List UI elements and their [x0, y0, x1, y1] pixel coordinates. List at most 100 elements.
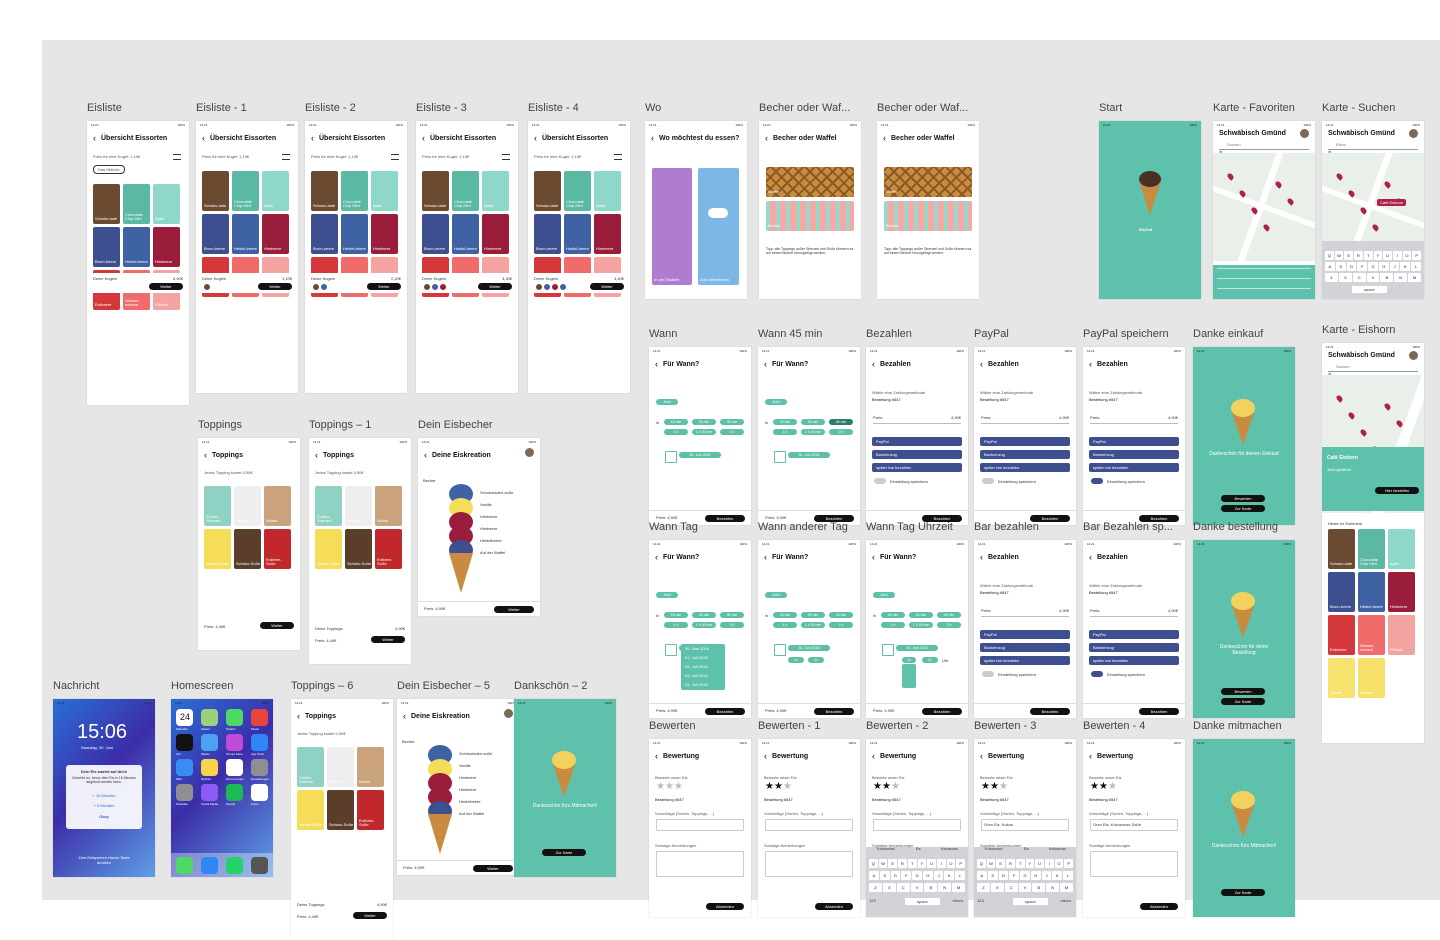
date-option[interactable]: 30. Juni 2018	[685, 646, 709, 651]
time-chip[interactable]: 30 min	[801, 612, 825, 618]
back-chevron-icon[interactable]: ‹	[1089, 552, 1092, 562]
send-button[interactable]: Absenden	[1140, 903, 1178, 910]
artboard-label[interactable]: Karte - Suchen	[1322, 102, 1395, 114]
key[interactable]: R	[1354, 251, 1363, 260]
app-icon[interactable]	[226, 759, 243, 776]
star-icon[interactable]: ★	[990, 781, 999, 792]
waffel-option[interactable]: Waffel	[766, 167, 854, 197]
key[interactable]: J	[933, 871, 944, 880]
word-suggestion[interactable]: Eis	[916, 847, 921, 855]
payment-option[interactable]: später bar bezahlen	[872, 463, 962, 472]
payment-option[interactable]: später bar bezahlen	[980, 656, 1070, 665]
map-pin-icon[interactable]	[1347, 189, 1356, 198]
map-pin-icon[interactable]	[1395, 419, 1404, 428]
key[interactable]: A	[1325, 262, 1335, 271]
key[interactable]: Y	[917, 859, 927, 868]
key[interactable]: S	[879, 871, 890, 880]
key[interactable]: U	[927, 859, 936, 868]
payment-option[interactable]: PayPal	[980, 630, 1070, 639]
key[interactable]: E	[1344, 251, 1354, 260]
send-button[interactable]: Absenden	[706, 903, 744, 910]
flavor-tile[interactable]: Schoko-lade	[93, 184, 120, 224]
artboard-label[interactable]: Toppings – 6	[291, 680, 353, 692]
back-chevron-icon[interactable]: ‹	[980, 751, 983, 761]
map-pin-icon[interactable]	[1250, 206, 1259, 215]
date-dropdown[interactable]: 30. Juni 2018 01. Juli 2018 02. Juli 2018 0…	[681, 644, 725, 690]
space-key[interactable]: space	[1013, 898, 1048, 905]
flavor-tile[interactable]: Himbeere	[153, 227, 180, 267]
key[interactable]: Q	[977, 859, 986, 868]
time-chip[interactable]: 45 min	[937, 612, 961, 618]
flavor-tile[interactable]: Himbeere	[1388, 572, 1415, 612]
next-button[interactable]: Weiter	[353, 912, 387, 919]
flavor-tile[interactable]: Apfel	[594, 171, 621, 211]
time-chip[interactable]: 15 min	[773, 419, 797, 425]
app-icon[interactable]	[201, 709, 218, 726]
flavor-tile[interactable]: Schoko-lade	[534, 171, 561, 211]
artboard-label[interactable]: Toppings – 1	[309, 419, 371, 431]
dock-icon[interactable]	[201, 857, 218, 874]
key[interactable]: S	[987, 871, 998, 880]
time-chip[interactable]: 1 h 30 min	[692, 622, 716, 628]
flavor-tile[interactable]: Apfel	[262, 171, 289, 211]
topping-tile[interactable]: Sahne	[345, 486, 372, 526]
payment-option[interactable]: PayPal	[1089, 437, 1179, 446]
date-chip[interactable]: 30. Juni 2018	[788, 452, 830, 458]
star-icon[interactable]: ★	[999, 781, 1008, 792]
dock-icon[interactable]	[226, 857, 243, 874]
next-button[interactable]: Weiter	[260, 622, 294, 629]
star-icon[interactable]: ★	[774, 781, 783, 792]
key[interactable]: P	[1064, 859, 1074, 868]
flavor-tile[interactable]: Brom-beere	[311, 214, 338, 254]
artboard-label[interactable]: Wann Tag Uhrzeit	[866, 521, 953, 533]
key[interactable]: E	[888, 859, 898, 868]
key[interactable]: W	[878, 859, 888, 868]
flavor-tile[interactable]: Pfirsich	[1388, 615, 1415, 655]
artboard-label[interactable]: Becher oder Waf...	[877, 102, 968, 114]
back-chevron-icon[interactable]: ‹	[872, 751, 875, 761]
star-icon[interactable]: ★	[656, 781, 665, 792]
back-chevron-icon[interactable]: ‹	[204, 450, 207, 460]
app-icon[interactable]	[176, 734, 193, 751]
back-chevron-icon[interactable]: ‹	[764, 552, 767, 562]
flavor-tile[interactable]: Apfel	[153, 184, 180, 224]
back-chevron-icon[interactable]: ‹	[764, 359, 767, 369]
flavor-tile[interactable]: Chocolate Chip Mint	[341, 171, 368, 211]
key[interactable]: K	[944, 871, 955, 880]
key[interactable]: H	[1030, 871, 1041, 880]
artboard-label[interactable]: PayPal speichern	[1083, 328, 1169, 340]
space-key[interactable]: space	[905, 898, 940, 905]
key[interactable]: V	[1366, 273, 1380, 282]
back-chevron-icon[interactable]: ‹	[872, 359, 875, 369]
key[interactable]: X	[1338, 273, 1352, 282]
topping-tile[interactable]: Schoko-Soße	[345, 529, 372, 569]
flavor-tile[interactable]: Himbeere	[262, 214, 289, 254]
flavor-tile[interactable]: Chocolate Chip Mint	[123, 184, 150, 224]
calendar-icon[interactable]	[665, 644, 677, 656]
flavor-tile[interactable]: Erdbeere	[1328, 615, 1355, 655]
star-icon[interactable]: ★	[981, 781, 990, 792]
key[interactable]: A	[977, 871, 987, 880]
map-pin-icon[interactable]	[1383, 402, 1392, 411]
topping-tile[interactable]: Erdbeer-Soße	[357, 790, 384, 830]
time-chip[interactable]: 2 h	[829, 622, 853, 628]
return-key[interactable]: return	[1061, 898, 1071, 903]
key[interactable]: B	[924, 883, 938, 892]
artboard-label[interactable]: Dein Eisbecher – 5	[397, 680, 490, 692]
dock-icon[interactable]	[251, 857, 268, 874]
save-toggle[interactable]	[874, 478, 886, 484]
star-icon[interactable]: ★	[783, 781, 792, 792]
artboard-label[interactable]: Karte - Eishorn	[1322, 324, 1395, 336]
bezahlen-button[interactable]: Bezahlen	[814, 708, 854, 715]
flavor-tile[interactable]: Brom-beere	[422, 214, 449, 254]
key[interactable]: M	[1060, 883, 1074, 892]
flavor-tile[interactable]: Heidel-beere	[123, 227, 150, 267]
artboard-label[interactable]: Bewerten - 3	[974, 720, 1036, 732]
flavor-tile[interactable]: Heidel-beere	[1358, 572, 1385, 612]
back-chevron-icon[interactable]: ‹	[311, 133, 314, 143]
key[interactable]: J	[1041, 871, 1052, 880]
next-button[interactable]: Weiter	[478, 283, 512, 290]
map-pin-icon[interactable]	[1286, 197, 1295, 206]
key[interactable]: Z	[1325, 273, 1338, 282]
cafe-card[interactable]: Café Eishorn Jetzt geöffnet Hier bestellen	[1322, 447, 1424, 511]
